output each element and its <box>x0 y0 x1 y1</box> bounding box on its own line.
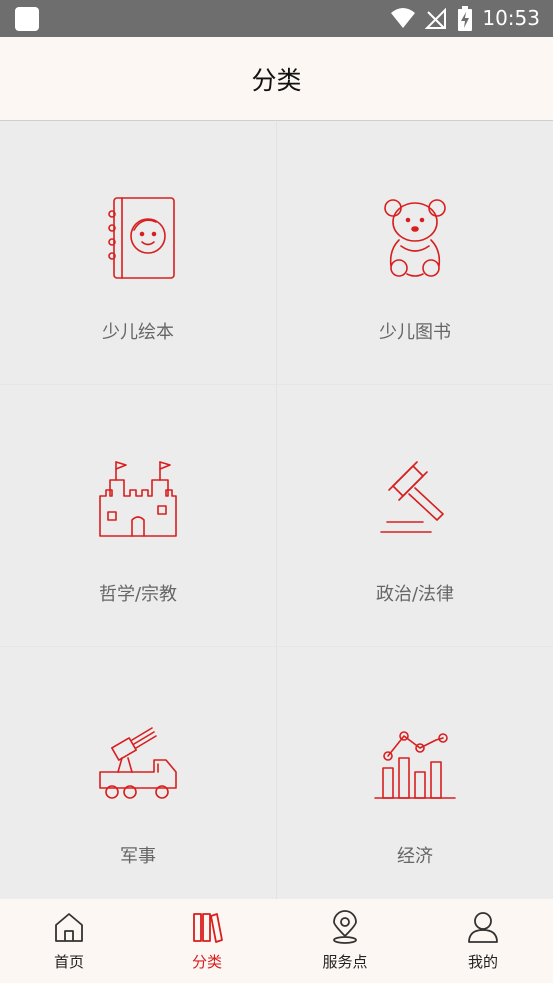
bottom-tab-bar: 首页 分类 服务点 我的 <box>0 899 553 983</box>
notification-icon <box>15 7 39 31</box>
app-header: 分类 <box>0 37 553 121</box>
no-signal-icon <box>425 7 446 29</box>
category-label: 少儿图书 <box>379 322 451 343</box>
category-label: 政治/法律 <box>375 584 455 605</box>
castle-icon <box>99 461 177 537</box>
tab-category[interactable]: 分类 <box>138 899 276 983</box>
category-item-children-books[interactable]: 少儿图书 <box>277 122 553 384</box>
home-icon <box>55 913 83 942</box>
tab-profile[interactable]: 我的 <box>414 899 552 983</box>
tab-label: 服务点 <box>322 953 368 971</box>
teddy-bear-icon <box>384 199 446 277</box>
page-title: 分类 <box>251 66 302 95</box>
category-label: 经济 <box>397 846 433 867</box>
category-label: 哲学/宗教 <box>98 584 178 605</box>
category-item-economy[interactable]: 经济 <box>277 646 553 908</box>
tab-label: 分类 <box>191 953 222 971</box>
category-item-politics-law[interactable]: 政治/法律 <box>277 384 553 646</box>
battery-charging-icon <box>458 6 472 31</box>
category-item-philosophy-religion[interactable]: 哲学/宗教 <box>0 384 276 646</box>
category-item-military[interactable]: 军事 <box>0 646 276 908</box>
tab-label: 首页 <box>53 953 84 971</box>
clock-time: 10:53 <box>482 6 540 30</box>
category-label: 少儿绘本 <box>102 322 174 343</box>
location-pin-icon <box>333 910 357 944</box>
wifi-icon <box>391 8 415 28</box>
rocket-truck-icon <box>99 727 177 799</box>
user-icon <box>468 912 498 943</box>
tab-label: 我的 <box>467 953 498 971</box>
status-bar: 10:53 <box>0 0 553 37</box>
books-icon <box>193 913 223 943</box>
category-item-children-picture-books[interactable]: 少儿绘本 <box>0 122 276 384</box>
tab-service-point[interactable]: 服务点 <box>276 899 414 983</box>
gavel-icon <box>380 461 444 533</box>
bar-chart-icon <box>374 731 456 799</box>
child-book-icon <box>108 197 175 279</box>
category-label: 军事 <box>120 846 156 867</box>
tab-home[interactable]: 首页 <box>0 899 138 983</box>
category-grid: 少儿绘本 少儿图书 哲学/宗教 政治/法律 军事 经济 <box>0 122 553 899</box>
